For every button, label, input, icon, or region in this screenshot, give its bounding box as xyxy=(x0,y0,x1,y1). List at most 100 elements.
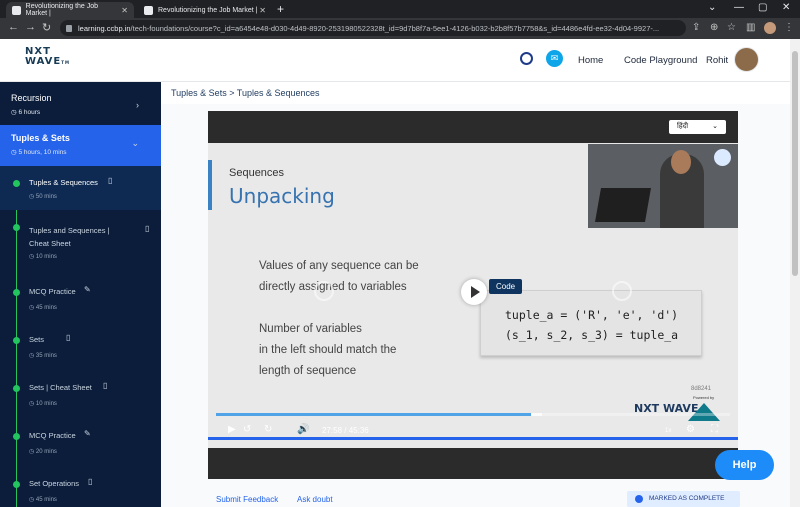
slide-text-2a: Number of variables xyxy=(259,323,362,335)
browser-profile-avatar[interactable] xyxy=(764,22,776,34)
address-bar[interactable]: learning.ccbp.in/tech-foundations/course… xyxy=(60,20,686,36)
book-icon: ▯ xyxy=(66,333,71,342)
pencil-icon: ✎ xyxy=(84,285,91,294)
slide-text-2c: length of sequence xyxy=(259,365,357,377)
fullscreen-icon[interactable]: ⛶ xyxy=(711,424,718,435)
item-duration: ◷ 35 mins xyxy=(29,353,57,359)
play-overlay-icon[interactable] xyxy=(461,279,487,305)
chevron-right-icon: › xyxy=(136,100,139,110)
sidebar-item-tuples-cheat-sheet[interactable]: Tuples and Sequences | Cheat Sheet ▯ ◷ 1… xyxy=(0,210,161,262)
slide-text-1a: Values of any sequence can be xyxy=(259,260,419,272)
code-text: tuple_a = ('R', 'e', 'd') (s_1, s_2, s_3… xyxy=(505,308,679,342)
url-text: learning.ccbp.in/tech-foundations/course… xyxy=(78,23,660,33)
stopwatch-icon[interactable] xyxy=(520,52,533,65)
item-title: Set Operations xyxy=(29,479,80,488)
zoom-icon[interactable]: ⊕ xyxy=(710,22,718,33)
forward-icon[interactable]: → xyxy=(25,21,36,33)
channel-logo-icon xyxy=(714,149,731,166)
marked-complete-badge[interactable]: MARKED AS COMPLETE xyxy=(627,491,740,507)
help-button[interactable]: Help xyxy=(715,450,774,480)
submit-feedback-link[interactable]: Submit Feedback xyxy=(216,495,278,504)
language-select[interactable]: हिंदी ⌄ xyxy=(669,120,726,134)
slide-accent-bar xyxy=(208,160,212,210)
slide-text-2b: in the left should match the xyxy=(259,344,397,356)
module-duration: ◷ 5 hours, 10 mins xyxy=(11,149,67,156)
laptop-shape xyxy=(595,188,651,222)
bookmark-star-icon[interactable]: ☆ xyxy=(727,22,736,33)
tab-search-icon[interactable]: ⌄ xyxy=(708,2,716,13)
settings-gear-icon[interactable]: ⚙ xyxy=(686,424,695,435)
sidebar-item-mcq-practice-2[interactable]: MCQ Practice ✎ ◷ 20 mins xyxy=(0,421,161,465)
buffered-bar xyxy=(531,413,543,416)
nav-home-link[interactable]: Home xyxy=(578,55,603,66)
complete-check-icon xyxy=(13,180,20,187)
chat-icon[interactable]: ✉ xyxy=(546,50,563,67)
user-avatar[interactable] xyxy=(734,47,759,72)
tab-favicon-icon xyxy=(12,5,21,15)
tab-close-icon[interactable]: ✕ xyxy=(259,6,266,15)
item-duration: ◷ 50 mins xyxy=(29,194,57,200)
item-duration: ◷ 45 mins xyxy=(29,497,57,503)
slide-title: Unpacking xyxy=(229,184,335,208)
item-duration: ◷ 10 mins xyxy=(29,254,57,260)
chevron-down-icon: ⌄ xyxy=(131,138,139,148)
tab-close-icon[interactable]: ✕ xyxy=(121,6,128,15)
complete-check-icon xyxy=(13,385,20,392)
maximize-icon[interactable]: ▢ xyxy=(758,2,767,13)
item-title: Sets | Cheat Sheet xyxy=(29,383,92,392)
code-block: tuple_a = ('R', 'e', 'd') (s_1, s_2, s_3… xyxy=(480,290,702,356)
sidebar-item-tuples-sequences[interactable]: Tuples & Sequences ▯ ◷ 50 mins xyxy=(0,166,161,210)
rewind-10-icon[interactable]: ↺ xyxy=(243,424,251,435)
sidebar-item-mcq-practice-1[interactable]: MCQ Practice ✎ ◷ 45 mins xyxy=(0,277,161,321)
sidebar-item-sets[interactable]: Sets ▯ ◷ 35 mins xyxy=(0,325,161,369)
video-player[interactable]: हिंदी ⌄ Sequences Unpacking Values of any… xyxy=(208,111,738,479)
minimize-icon[interactable]: — xyxy=(734,2,744,13)
browser-tab-1[interactable]: Revolutionizing the Job Market | ✕ xyxy=(6,2,134,18)
tab-favicon-icon xyxy=(144,5,153,15)
playback-speed[interactable]: 1x xyxy=(665,428,671,434)
tab-title: Revolutionizing the Job Market | xyxy=(25,3,99,17)
muse-logo-icon xyxy=(688,403,720,421)
slide-text-1b: directly assigned to variables xyxy=(259,281,407,293)
tab-title: Revolutionizing the Job Market | xyxy=(158,6,258,14)
side-panel-icon[interactable]: ▥ xyxy=(746,22,755,33)
item-title: Tuples and Sequences | Cheat Sheet xyxy=(29,226,110,248)
sidebar-item-sets-cheat-sheet[interactable]: Sets | Cheat Sheet ▯ ◷ 10 mins xyxy=(0,373,161,417)
user-name[interactable]: Rohit xyxy=(706,55,728,66)
player-bottom-strip xyxy=(208,437,738,440)
volume-icon[interactable]: 🔊 xyxy=(297,424,309,435)
item-duration: ◷ 45 mins xyxy=(29,305,57,311)
sidebar-item-set-operations[interactable]: Set Operations ▯ ◷ 45 mins xyxy=(0,469,161,507)
back-icon[interactable]: ← xyxy=(8,21,19,33)
ask-doubt-link[interactable]: Ask doubt xyxy=(297,495,333,504)
nxtwave-logo[interactable]: NXT WAVETM xyxy=(25,47,70,68)
code-tag: Code xyxy=(489,279,523,294)
page-scrollbar[interactable] xyxy=(790,39,800,507)
play-icon[interactable]: ▶ xyxy=(228,424,236,435)
module-recursion[interactable]: Recursion ◷ 6 hours › xyxy=(0,82,161,125)
item-title: MCQ Practice xyxy=(29,431,76,440)
reload-icon[interactable]: ↻ xyxy=(42,21,51,34)
slide-subtitle: Sequences xyxy=(229,167,285,179)
book-icon: ▯ xyxy=(108,176,113,185)
nav-code-playground-link[interactable]: Code Playground xyxy=(624,55,697,66)
rewind-overlay-icon[interactable] xyxy=(314,281,334,301)
browser-tab-2[interactable]: Revolutionizing the Job Market | ✕ xyxy=(138,2,272,18)
item-title: Sets xyxy=(29,335,45,344)
video-progress-bar[interactable] xyxy=(216,413,730,416)
scrollbar-thumb[interactable] xyxy=(792,51,798,276)
presenter-video xyxy=(588,144,738,228)
forward-10-icon[interactable]: ↻ xyxy=(264,424,272,435)
window-close-icon[interactable]: ✕ xyxy=(782,2,790,13)
complete-check-icon xyxy=(13,481,20,488)
module-tuples-sets[interactable]: Tuples & Sets ◷ 5 hours, 10 mins ⌄ xyxy=(0,125,161,166)
video-time: 27:58 / 45:36 xyxy=(322,426,369,435)
forward-overlay-icon[interactable] xyxy=(612,281,632,301)
progress-fill xyxy=(216,413,532,416)
item-duration: ◷ 20 mins xyxy=(29,449,57,455)
video-controls: ▶ ↺ ↻ 🔊 27:58 / 45:36 1x ⚙ ⛶ xyxy=(208,422,738,438)
browser-menu-icon[interactable]: ⋮ xyxy=(784,22,794,33)
share-icon[interactable]: ⇪ xyxy=(692,22,700,33)
browser-tab-strip: Revolutionizing the Job Market | ✕ Revol… xyxy=(0,0,800,18)
new-tab-icon[interactable]: + xyxy=(277,2,284,16)
